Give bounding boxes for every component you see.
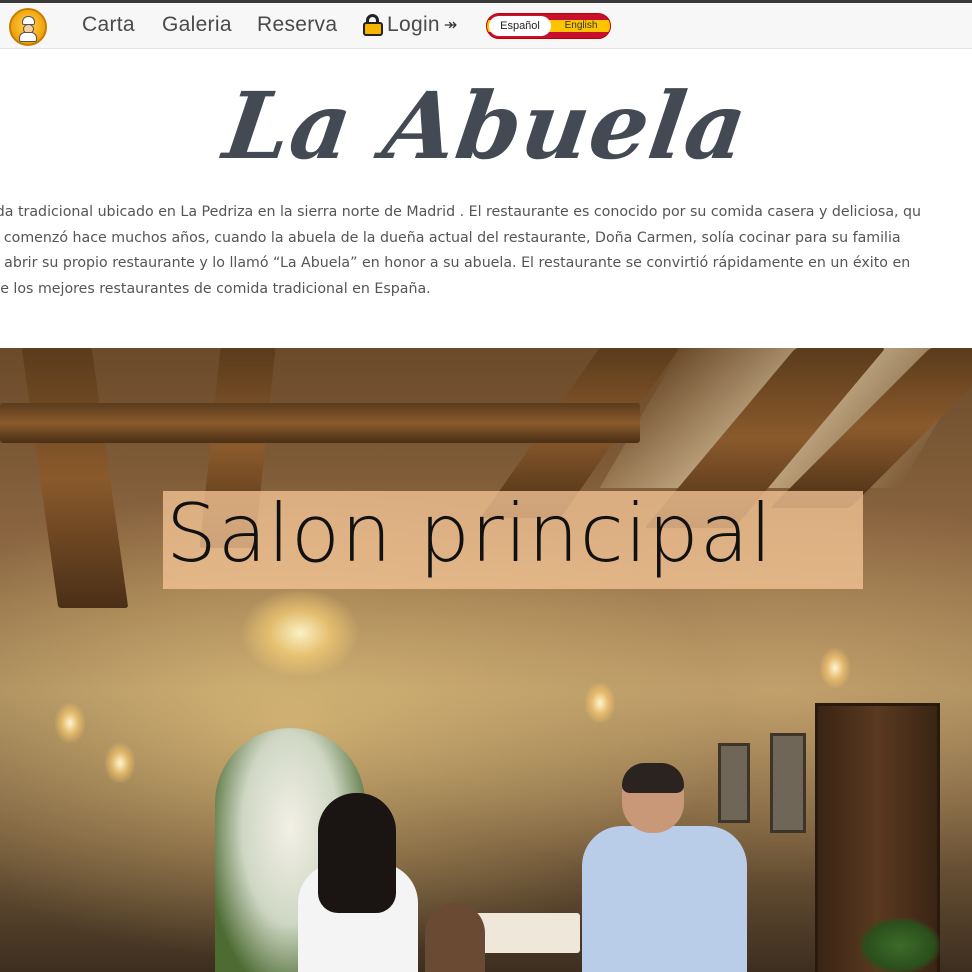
dining-table <box>470 913 580 953</box>
wall-lamp <box>820 648 850 688</box>
arrow-right-icon: ↠ <box>443 17 458 34</box>
lock-icon <box>362 13 384 37</box>
woman-hair <box>318 793 396 913</box>
description-line: mida tradicional ubicado en La Pedriza e… <box>0 204 922 220</box>
wall-picture <box>770 733 806 833</box>
nav-link-carta[interactable]: Carta <box>82 13 135 37</box>
chandelier <box>240 588 360 678</box>
language-toggle[interactable]: Español English <box>486 13 611 39</box>
chef-grandmother-logo-icon[interactable] <box>9 8 47 46</box>
wall-lamp <box>55 703 85 743</box>
nav-link-galeria[interactable]: Galeria <box>162 13 232 37</box>
language-option-en[interactable]: English <box>553 16 609 36</box>
plant <box>860 918 940 972</box>
wall-lamp <box>105 743 135 783</box>
wall-picture <box>718 743 750 823</box>
navbar: Carta Galeria Reserva Login ↠ Español En… <box>0 3 972 49</box>
nav-link-reserva[interactable]: Reserva <box>257 13 337 37</box>
hero-image-main-hall: Salon principal <box>0 348 972 972</box>
man-figure <box>582 826 747 972</box>
login-link[interactable]: Login ↠ <box>362 13 458 37</box>
man-hair <box>622 763 684 793</box>
hero-caption-text: Salon principal <box>166 487 773 580</box>
hero-caption: Salon principal <box>163 487 863 589</box>
ceiling-beam <box>0 403 640 443</box>
child-figure <box>425 903 485 972</box>
wall-lamp <box>585 683 615 723</box>
page-title: La Abuela <box>217 72 755 180</box>
description-line: dió abrir su propio restaurante y lo lla… <box>0 255 911 271</box>
ceiling-beam <box>21 348 129 608</box>
description-line: ela comenzó hace muchos años, cuando la … <box>0 229 901 246</box>
language-option-es[interactable]: Español <box>489 16 551 36</box>
description-line: o de los mejores restaurantes de comida … <box>0 280 431 297</box>
restaurant-description: mida tradicional ubicado en La Pedriza e… <box>0 200 972 302</box>
login-label: Login <box>387 13 440 36</box>
